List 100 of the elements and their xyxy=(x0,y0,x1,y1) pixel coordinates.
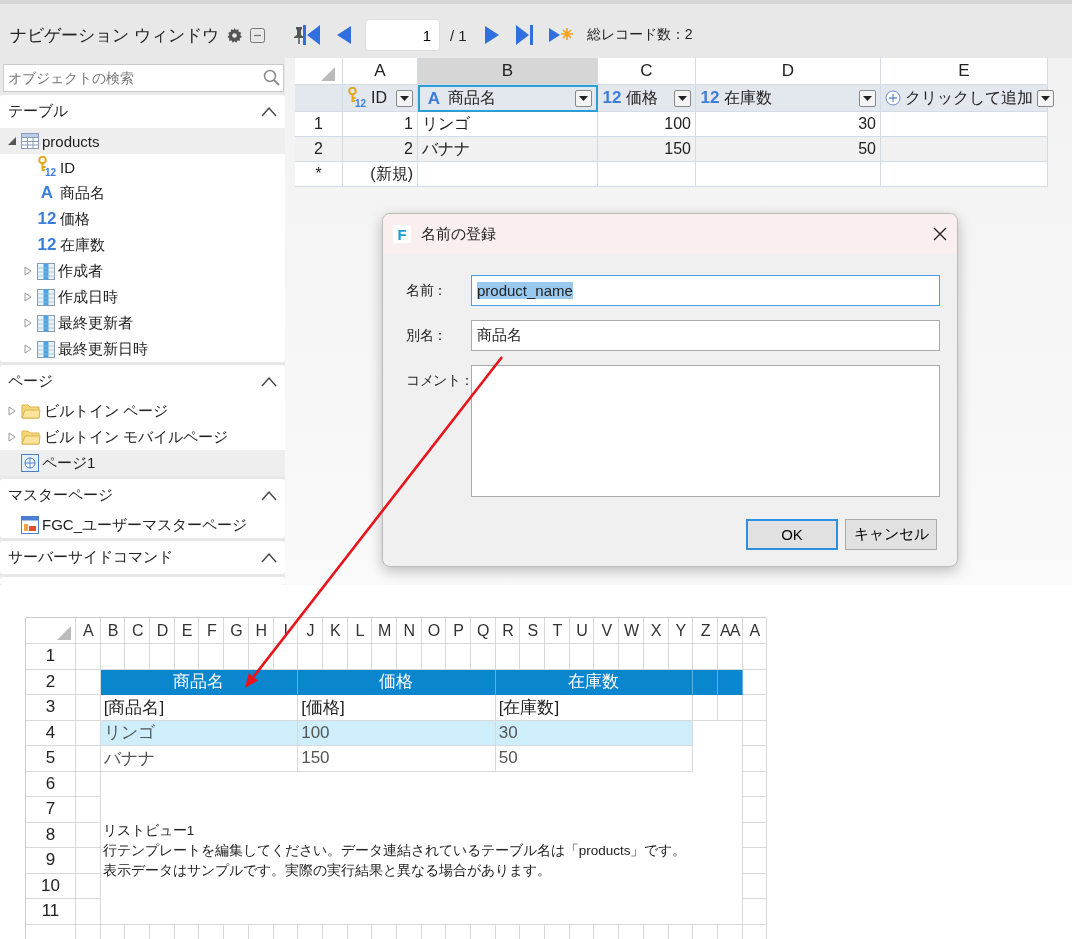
tree-item[interactable]: 最終更新日時 xyxy=(0,336,285,362)
column-letter[interactable]: AA xyxy=(717,618,743,644)
chevron-up-icon[interactable] xyxy=(261,376,277,387)
row-number: 3 xyxy=(26,695,76,721)
filter-dropdown[interactable] xyxy=(575,90,592,107)
table-cell: 150 xyxy=(598,137,696,162)
expanded-triangle-icon[interactable] xyxy=(7,136,17,146)
tree-item-label: 価格 xyxy=(60,209,90,229)
panel-title: ナビゲーション ウィンドウ xyxy=(10,24,219,47)
filter-dropdown[interactable] xyxy=(859,89,876,107)
collapse-icon[interactable] xyxy=(249,27,265,43)
column-letter[interactable]: Q xyxy=(471,618,496,644)
previous-record-button[interactable] xyxy=(337,26,351,44)
column-letter[interactable]: U xyxy=(569,618,595,644)
input-field[interactable]: 商品名 xyxy=(471,320,940,351)
tree-item[interactable]: 12 在庫数 xyxy=(0,232,285,258)
column-letter[interactable]: E xyxy=(881,58,1048,85)
caret-icon xyxy=(1041,95,1050,101)
collapsed-triangle-icon[interactable] xyxy=(23,318,33,328)
field-label: コメント： xyxy=(406,371,471,390)
table-cell: (新規) xyxy=(343,162,418,187)
column-letter[interactable]: Y xyxy=(668,618,694,644)
tree-item[interactable]: 最終更新者 xyxy=(0,310,285,336)
search-field[interactable]: オブジェクトの検索 xyxy=(3,64,284,92)
column-letter[interactable]: L xyxy=(347,618,373,644)
column-letter[interactable]: H xyxy=(248,618,274,644)
column-letter[interactable]: B xyxy=(418,58,598,85)
ok-button[interactable]: OK xyxy=(746,519,838,550)
search-icon[interactable] xyxy=(263,69,280,86)
filter-dropdown[interactable] xyxy=(674,89,691,107)
input-field[interactable]: product_name xyxy=(471,275,940,306)
column-letter[interactable]: G xyxy=(224,618,249,644)
pin-icon[interactable] xyxy=(292,26,305,44)
tree-item[interactable]: 作成者 xyxy=(0,258,285,284)
field-header[interactable]: 12 ID xyxy=(343,85,418,112)
row-number: * xyxy=(295,162,343,187)
column-letter[interactable]: O xyxy=(421,618,447,644)
column-letter[interactable]: D xyxy=(696,58,881,85)
column-letter[interactable]: S xyxy=(520,618,546,644)
tree-item-label: ビルトイン モバイルページ xyxy=(44,427,229,447)
sample-cell: 30 xyxy=(495,720,694,746)
column-letter[interactable]: A xyxy=(742,618,768,644)
column-letter[interactable]: D xyxy=(150,618,175,644)
tree-item[interactable]: 12 ID xyxy=(0,154,285,180)
tree-item[interactable]: ビルトイン ページ xyxy=(0,398,285,424)
column-letter[interactable]: X xyxy=(643,618,669,644)
tree-item[interactable]: ビルトイン モバイルページ xyxy=(0,424,285,450)
corner-cell[interactable] xyxy=(295,58,343,85)
column-letter[interactable]: B xyxy=(100,618,126,644)
field-header[interactable]: A 商品名 xyxy=(418,85,598,112)
column-letter[interactable]: W xyxy=(619,618,644,644)
grid-cell xyxy=(396,644,422,670)
sample-cell: 150 xyxy=(298,746,496,772)
field-header[interactable]: 12 価格 xyxy=(598,85,696,112)
column-letter[interactable]: V xyxy=(594,618,620,644)
settings-icon[interactable] xyxy=(226,27,242,43)
first-record-button[interactable] xyxy=(303,25,321,45)
column-letter[interactable]: C xyxy=(598,58,696,85)
close-button[interactable] xyxy=(933,227,947,241)
column-letter[interactable]: A xyxy=(76,618,101,644)
chevron-up-icon[interactable] xyxy=(261,552,277,563)
column-letter[interactable]: E xyxy=(174,618,200,644)
column-letter[interactable]: F xyxy=(199,618,225,644)
next-record-button[interactable] xyxy=(484,26,499,44)
cancel-button[interactable]: キャンセル xyxy=(845,519,937,550)
new-record-button[interactable] xyxy=(548,26,573,44)
column-letter[interactable]: P xyxy=(446,618,471,644)
field-header[interactable]: 12 在庫数 xyxy=(696,85,881,112)
comment-field[interactable] xyxy=(471,365,940,497)
column-letter[interactable]: M xyxy=(372,618,397,644)
collapsed-triangle-icon[interactable] xyxy=(23,292,33,302)
grid-cell xyxy=(76,695,101,721)
column-letter[interactable]: K xyxy=(322,618,348,644)
filter-dropdown[interactable] xyxy=(1037,89,1054,107)
column-letter[interactable]: J xyxy=(298,618,323,644)
chevron-up-icon[interactable] xyxy=(261,106,277,117)
chevron-up-icon[interactable] xyxy=(261,490,277,501)
tree-item[interactable]: products xyxy=(0,128,285,154)
add-circle-icon xyxy=(885,90,901,106)
collapsed-triangle-icon[interactable] xyxy=(7,432,17,442)
column-letter[interactable]: N xyxy=(396,618,422,644)
tree-item[interactable]: 12 価格 xyxy=(0,206,285,232)
tree-item[interactable]: A 商品名 xyxy=(0,180,285,206)
collapsed-triangle-icon[interactable] xyxy=(23,344,33,354)
tree-item[interactable]: FGC_ユーザーマスターページ xyxy=(0,512,285,538)
column-letter[interactable]: Z xyxy=(693,618,718,644)
column-letter[interactable]: R xyxy=(495,618,521,644)
grid-cell xyxy=(594,644,620,670)
tree-item[interactable]: ページ1 xyxy=(0,450,285,476)
last-record-button[interactable] xyxy=(514,25,533,45)
column-letter[interactable]: A xyxy=(343,58,418,85)
page-number-field[interactable]: 1 xyxy=(365,19,440,51)
folder-icon xyxy=(21,429,41,445)
sample-cell: リンゴ xyxy=(100,720,299,746)
collapsed-triangle-icon[interactable] xyxy=(23,266,33,276)
column-letter[interactable]: T xyxy=(545,618,570,644)
collapsed-triangle-icon[interactable] xyxy=(7,406,17,416)
column-letter[interactable]: C xyxy=(125,618,151,644)
tree-item[interactable]: 作成日時 xyxy=(0,284,285,310)
filter-dropdown[interactable] xyxy=(396,89,413,107)
